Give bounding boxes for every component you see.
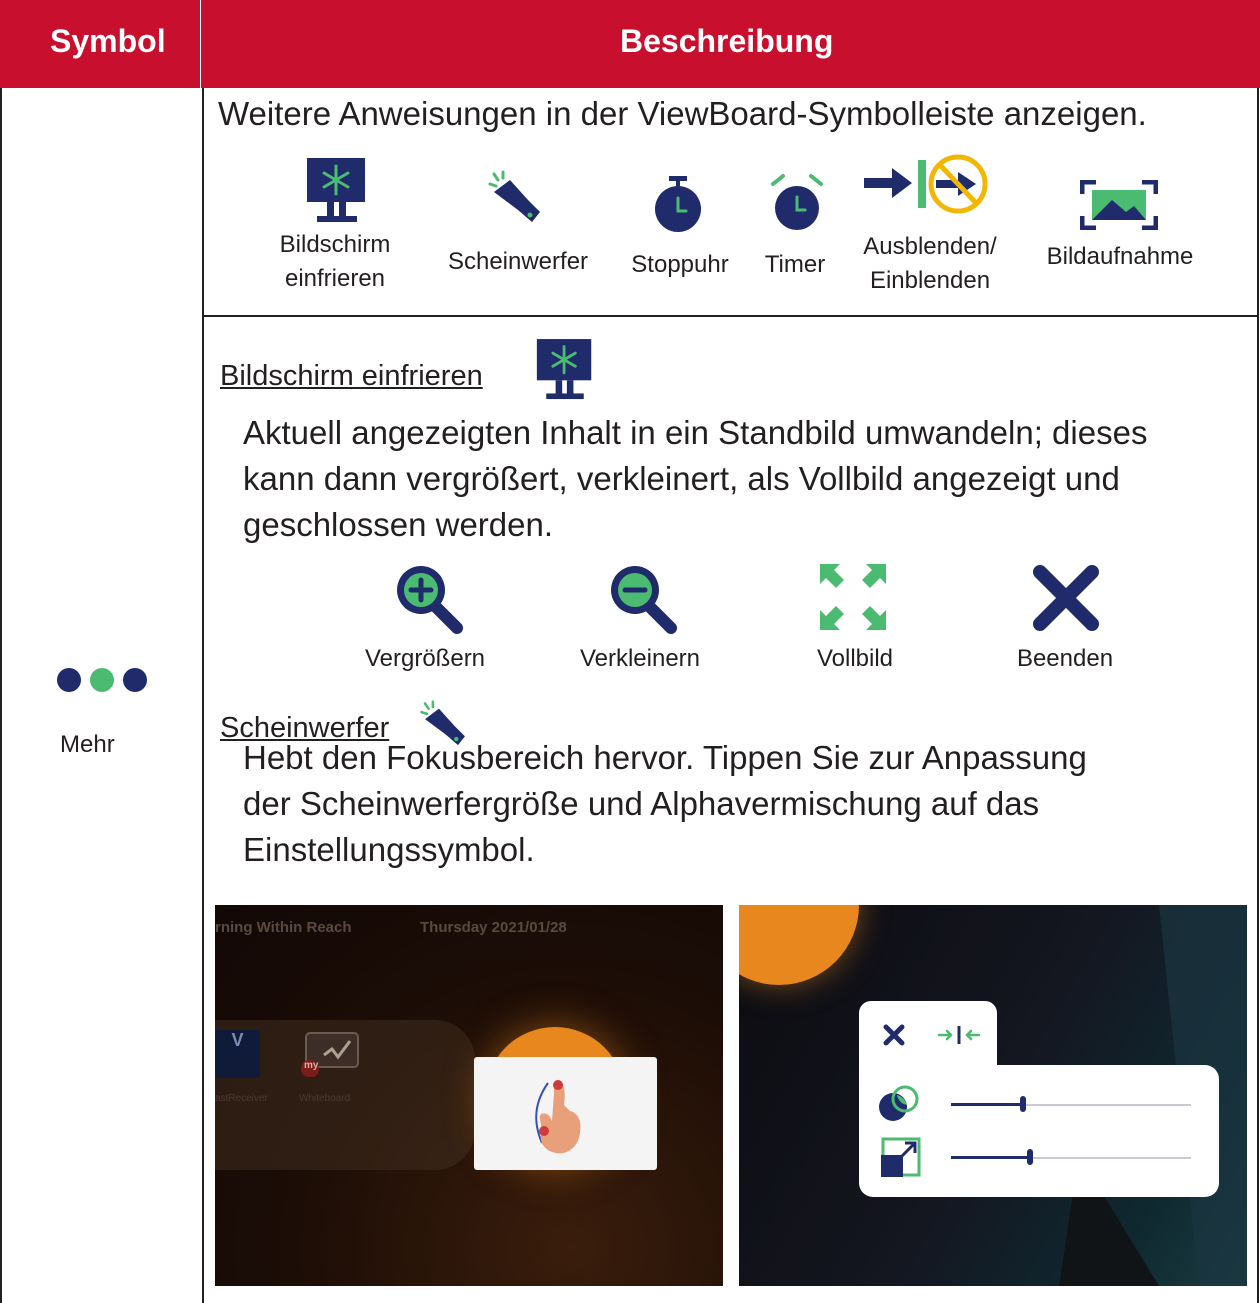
screenshot-spotlight-gesture: rning Within Reach Thursday 2021/01/28 V… [215, 905, 723, 1286]
screenshot-spotlight-settings [739, 905, 1247, 1286]
app-badge-my: my [304, 1060, 319, 1071]
row1-intro: Weitere Anweisungen in der ViewBoard-Sym… [218, 95, 1147, 132]
table-border-left [0, 88, 2, 1303]
opacity-slider-fill [951, 1103, 1023, 1106]
freeze-paragraph-line: kann dann vergrößert, verkleinert, als V… [243, 460, 1120, 497]
spotlight-paragraph-line: Einstellungssymbol. [243, 831, 535, 868]
hide-show-icon [864, 154, 988, 214]
header-divider [200, 0, 201, 88]
zoom-in-icon [397, 566, 463, 634]
screenshot-title: rning Within Reach [215, 919, 352, 936]
spotlight-circle [739, 905, 859, 985]
tool-label-timer: Timer [764, 251, 826, 278]
timer-icon [771, 174, 823, 230]
tool-label-hide-show: Ausblenden/ Einblenden [863, 233, 997, 294]
column-divider [202, 88, 204, 1303]
tool-label-stopwatch: Stoppuhr [631, 251, 729, 278]
close-icon[interactable] [882, 1023, 906, 1047]
app-icon-receiver: V [215, 1030, 260, 1078]
freeze-screen-icon [307, 158, 365, 222]
app-label-whiteboard: Whiteboard [299, 1093, 351, 1104]
freeze-screen-icon [536, 339, 592, 400]
header-symbol: Symbol [50, 23, 166, 59]
freeze-paragraph-line: geschlossen werden. [243, 506, 554, 543]
tool-label-spotlight: Scheinwerfer [447, 248, 589, 275]
zoom-out-icon [611, 566, 677, 634]
table-border-right [1257, 88, 1259, 1303]
action-label-fullscreen: Vollbild [816, 645, 894, 672]
freeze-paragraph-line: Aktuell angezeigten Inhalt in ein Standb… [243, 414, 1148, 451]
tool-label-capture: Bildaufnahme [1046, 243, 1194, 270]
app-label-receiver: astReceiver [215, 1093, 268, 1104]
spotlight-paragraph-line: Hebt den Fokusbereich hervor. Tippen Sie… [243, 739, 1087, 776]
screen-capture-icon [1080, 180, 1158, 230]
fullscreen-icon [820, 564, 886, 630]
header-description: Beschreibung [620, 23, 834, 59]
tool-label-freeze: Bildschirm einfrieren [279, 231, 391, 292]
spotlight-paragraph-line: der Scheinwerfergröße und Alphavermischu… [243, 785, 1040, 822]
spotlight-icon [488, 170, 540, 222]
action-label-exit: Beenden [1016, 645, 1114, 672]
size-slider-handle[interactable] [1027, 1149, 1034, 1165]
opacity-icon [879, 1085, 919, 1121]
action-label-zoom-in: Vergrößern [364, 645, 486, 672]
opacity-slider-handle[interactable] [1020, 1096, 1026, 1112]
screenshot-date: Thursday 2021/01/28 [420, 919, 567, 936]
gesture-card [474, 1057, 657, 1170]
row-divider [202, 315, 1259, 317]
collapse-icon[interactable] [935, 1023, 983, 1047]
size-slider-fill [951, 1156, 1031, 1159]
three-dots-icon [57, 668, 147, 692]
stopwatch-icon [655, 176, 701, 232]
freeze-heading: Bildschirm einfrieren [220, 360, 483, 392]
symbol-label: Mehr [60, 731, 115, 758]
action-label-zoom-out: Verkleinern [579, 645, 701, 672]
pinch-gesture-icon [535, 1080, 581, 1154]
size-icon [881, 1137, 921, 1177]
close-icon [1033, 565, 1099, 631]
